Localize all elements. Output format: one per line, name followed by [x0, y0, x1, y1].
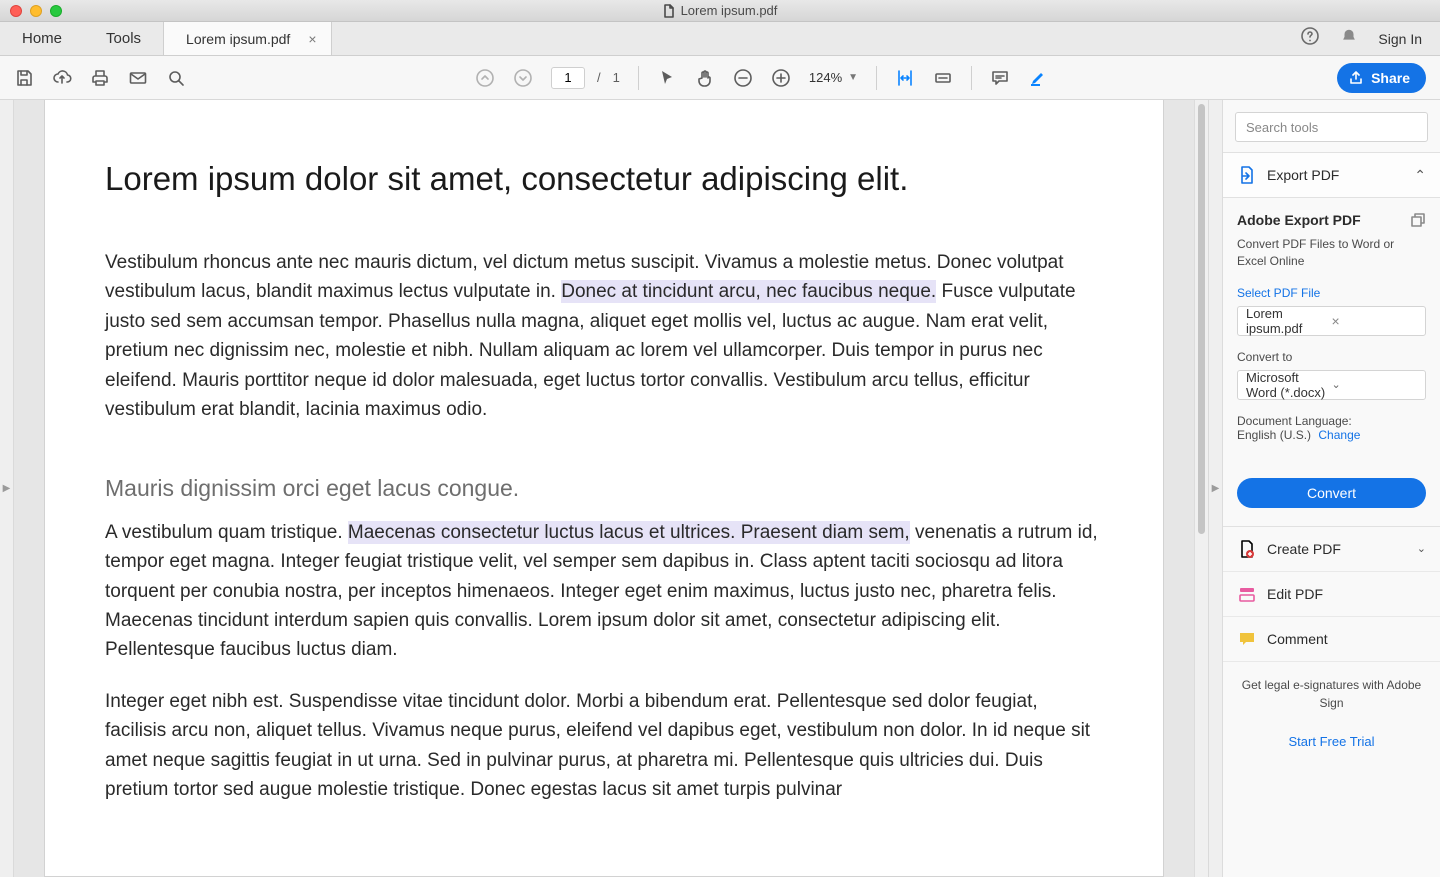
fit-width-icon[interactable]	[895, 68, 915, 88]
zoom-value: 124%	[809, 70, 842, 85]
stack-icon[interactable]	[1410, 212, 1426, 231]
highlight[interactable]: Maecenas consectetur luctus lacus et ult…	[348, 521, 910, 544]
chevron-right-icon: ▶	[3, 483, 11, 494]
heading-1: Lorem ipsum dolor sit amet, consectetur …	[105, 160, 1103, 198]
document-viewport[interactable]: Lorem ipsum dolor sit amet, consectetur …	[14, 100, 1194, 877]
document-icon	[663, 4, 675, 18]
zoom-out-icon[interactable]	[733, 68, 753, 88]
change-language-link[interactable]: Change	[1318, 428, 1360, 442]
edit-pdf-label: Edit PDF	[1267, 586, 1426, 602]
comment-icon[interactable]	[990, 68, 1010, 88]
page-current-input[interactable]	[551, 67, 585, 89]
page-up-icon[interactable]	[475, 68, 495, 88]
sign-in-link[interactable]: Sign In	[1378, 31, 1422, 47]
right-panel: Export PDF ⌃ Adobe Export PDF Convert PD…	[1222, 100, 1440, 877]
search-icon[interactable]	[166, 68, 186, 88]
export-pdf-label: Export PDF	[1267, 167, 1414, 183]
page-down-icon[interactable]	[513, 68, 533, 88]
share-label: Share	[1371, 70, 1410, 86]
zoom-dropdown[interactable]: 124% ▼	[809, 70, 858, 85]
close-tab-button[interactable]: ×	[308, 31, 316, 47]
chevron-right-icon: ▶	[1212, 483, 1220, 494]
format-value: Microsoft Word (*.docx)	[1246, 370, 1332, 400]
paragraph: Vestibulum rhoncus ante nec mauris dictu…	[105, 248, 1103, 425]
share-button[interactable]: Share	[1337, 63, 1426, 93]
edit-pdf-row[interactable]: Edit PDF	[1223, 572, 1440, 617]
create-pdf-icon	[1237, 539, 1257, 559]
page-total: 1	[613, 70, 620, 85]
tab-document[interactable]: Lorem ipsum.pdf ×	[163, 21, 331, 55]
clear-file-button[interactable]: ×	[1332, 313, 1418, 329]
window-title: Lorem ipsum.pdf	[0, 3, 1440, 18]
bell-icon[interactable]	[1340, 27, 1358, 50]
right-panel-toggle[interactable]: ▶	[1208, 100, 1222, 877]
upload-cloud-icon[interactable]	[52, 68, 72, 88]
save-icon[interactable]	[14, 68, 34, 88]
export-pdf-header[interactable]: Export PDF ⌃	[1223, 152, 1440, 198]
highlight[interactable]: Donec at tincidunt arcu, nec faucibus ne…	[561, 280, 936, 303]
convert-to-label: Convert to	[1237, 350, 1426, 364]
email-icon[interactable]	[128, 68, 148, 88]
select-file-label[interactable]: Select PDF File	[1237, 286, 1426, 300]
search-tools-input[interactable]	[1235, 112, 1428, 142]
paragraph: Integer eget nibh est. Suspendisse vitae…	[105, 687, 1103, 805]
selected-file-name: Lorem ipsum.pdf	[1246, 306, 1332, 336]
chevron-down-icon: ▼	[848, 72, 858, 83]
create-pdf-row[interactable]: Create PDF ⌄	[1223, 527, 1440, 572]
titlebar: Lorem ipsum.pdf	[0, 0, 1440, 22]
page-sep: /	[597, 70, 601, 85]
export-description: Convert PDF Files to Word or Excel Onlin…	[1237, 236, 1426, 270]
fit-page-icon[interactable]	[933, 68, 953, 88]
heading-2: Mauris dignissim orci eget lacus congue.	[105, 475, 1103, 502]
scrollbar-thumb[interactable]	[1198, 104, 1205, 534]
tab-document-label: Lorem ipsum.pdf	[186, 31, 290, 47]
export-pdf-icon	[1237, 165, 1257, 185]
right-panel-footer: Get legal e-signatures with Adobe Sign S…	[1223, 662, 1440, 756]
tab-tools[interactable]: Tools	[84, 22, 163, 55]
page: Lorem ipsum dolor sit amet, consectetur …	[44, 100, 1164, 877]
start-free-trial-link[interactable]: Start Free Trial	[1233, 732, 1430, 752]
export-pdf-panel: Adobe Export PDF Convert PDF Files to Wo…	[1223, 198, 1440, 527]
comment-row-icon	[1237, 629, 1257, 649]
export-title: Adobe Export PDF	[1237, 212, 1361, 228]
selected-file-box: Lorem ipsum.pdf ×	[1237, 306, 1426, 336]
chevron-up-icon: ⌃	[1414, 167, 1426, 184]
left-panel-toggle[interactable]: ▶	[0, 100, 14, 877]
chevron-down-icon: ⌄	[1417, 542, 1426, 555]
highlight-tool-icon[interactable]	[1028, 68, 1048, 88]
comment-row[interactable]: Comment	[1223, 617, 1440, 662]
tab-row: Home Tools Lorem ipsum.pdf × Sign In	[0, 22, 1440, 56]
select-tool-icon[interactable]	[657, 68, 677, 88]
help-icon[interactable]	[1300, 26, 1320, 51]
zoom-in-icon[interactable]	[771, 68, 791, 88]
paragraph: A vestibulum quam tristique. Maecenas co…	[105, 518, 1103, 665]
page-control: / 1	[551, 67, 620, 89]
format-select[interactable]: Microsoft Word (*.docx) ⌄	[1237, 370, 1426, 400]
print-icon[interactable]	[90, 68, 110, 88]
scrollbar[interactable]	[1194, 100, 1208, 877]
convert-button[interactable]: Convert	[1237, 478, 1426, 508]
share-icon	[1349, 71, 1363, 85]
create-pdf-label: Create PDF	[1267, 541, 1417, 557]
toolbar: / 1 124% ▼ Share	[0, 56, 1440, 100]
hand-tool-icon[interactable]	[695, 68, 715, 88]
tab-home[interactable]: Home	[0, 22, 84, 55]
comment-label: Comment	[1267, 631, 1426, 647]
document-language: Document Language: English (U.S.) Change	[1237, 414, 1426, 442]
chevron-down-icon: ⌄	[1332, 378, 1418, 391]
edit-pdf-icon	[1237, 584, 1257, 604]
